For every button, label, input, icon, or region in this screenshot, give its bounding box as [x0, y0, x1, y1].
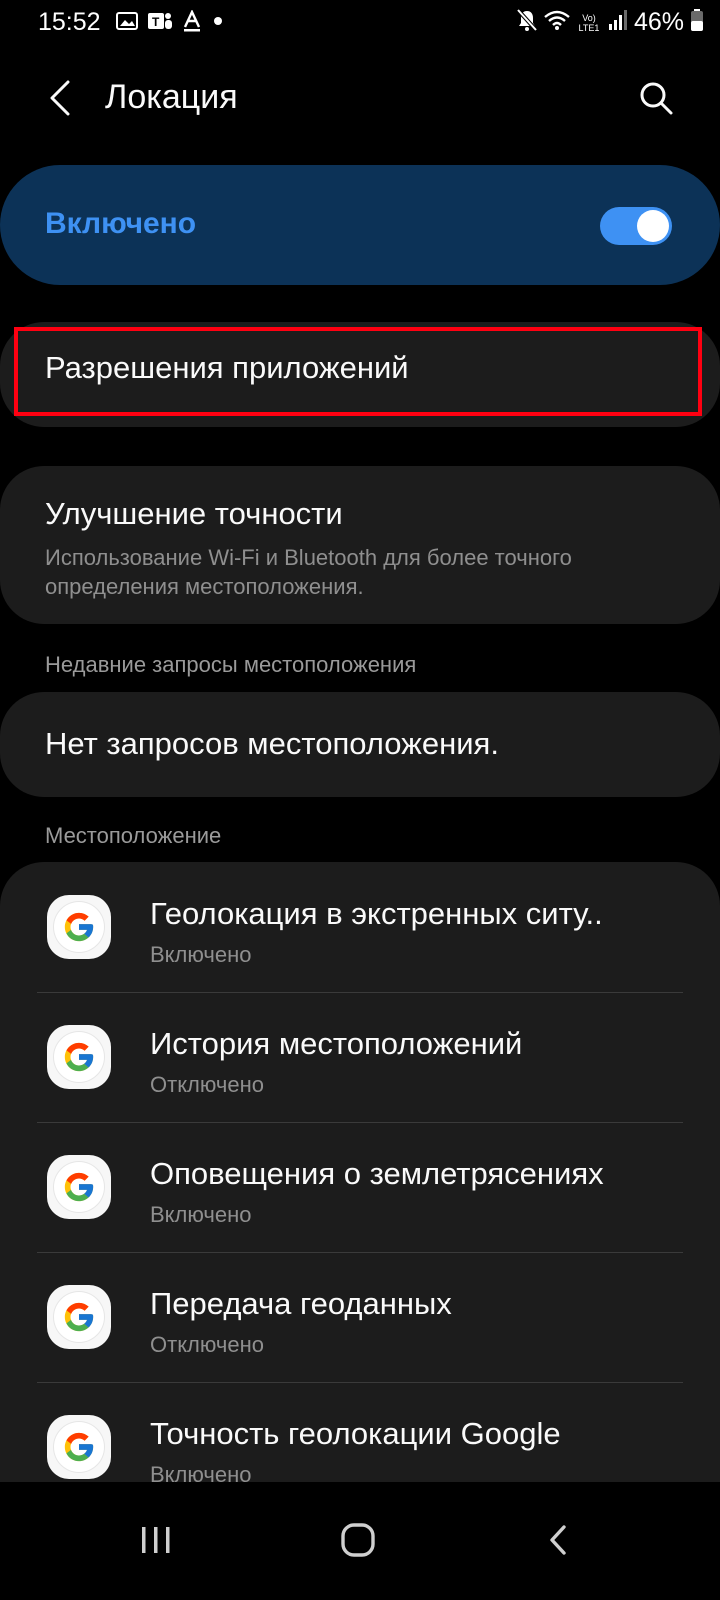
recent-requests-header: Недавние запросы местоположения [45, 652, 417, 677]
signal-icon [608, 9, 628, 36]
nav-back-button[interactable] [528, 1512, 588, 1572]
status-right: Vo) LTE1 46% [516, 8, 704, 37]
location-services-header: Местоположение [45, 823, 222, 848]
improve-accuracy-item[interactable]: Улучшение точности Использование Wi-Fi и… [0, 466, 720, 624]
master-switch-label: Включено [45, 207, 197, 240]
back-icon [547, 1524, 569, 1561]
gallery-icon [116, 11, 138, 36]
battery-icon [690, 8, 704, 37]
google-icon [47, 1025, 111, 1089]
service-status: Отключено [150, 1072, 264, 1097]
back-button[interactable] [38, 78, 82, 122]
font-icon [182, 9, 202, 37]
location-master-switch[interactable]: Включено [0, 165, 720, 285]
svg-text:T: T [152, 15, 160, 29]
location-toggle[interactable] [600, 207, 672, 245]
service-title: Точность геолокации Google [150, 1416, 561, 1451]
recents-button[interactable] [126, 1512, 186, 1572]
recent-requests-card: Нет запросов местоположения. [0, 692, 720, 797]
battery-percent: 46% [633, 8, 684, 36]
page-title: Локация [105, 78, 238, 116]
google-icon [47, 895, 111, 959]
list-item-earthquake-alerts[interactable]: Оповещения о землетрясениях Включено [0, 1122, 720, 1252]
mute-icon [516, 8, 538, 37]
location-services-list: Геолокация в экстренных ситу.. Включено … [0, 862, 720, 1487]
home-icon [340, 1522, 376, 1563]
google-icon [47, 1415, 111, 1479]
app-permissions-item[interactable]: Разрешения приложений [0, 322, 720, 427]
service-title: Геолокация в экстренных ситу.. [150, 896, 603, 931]
service-status: Включено [150, 1202, 252, 1227]
status-bar: 15:52 T Vo) LTE1 46% [0, 0, 720, 46]
improve-accuracy-subtitle: Использование Wi-Fi и Bluetooth для боле… [45, 545, 572, 599]
navigation-bar [0, 1482, 720, 1600]
google-icon [47, 1285, 111, 1349]
list-item-location-sharing[interactable]: Передача геоданных Отключено [0, 1252, 720, 1382]
back-arrow-icon [48, 80, 72, 121]
search-button[interactable] [634, 78, 678, 122]
list-item-emergency-location[interactable]: Геолокация в экстренных ситу.. Включено [0, 862, 720, 992]
service-title: Передача геоданных [150, 1286, 452, 1321]
search-icon [638, 80, 674, 121]
header: Локация [0, 60, 720, 140]
list-item-location-history[interactable]: История местоположений Отключено [0, 992, 720, 1122]
service-status: Включено [150, 942, 252, 967]
no-requests-text: Нет запросов местоположения. [45, 726, 499, 761]
status-left-icons: T [116, 9, 225, 37]
wifi-icon [544, 9, 570, 36]
service-status: Отключено [150, 1332, 264, 1357]
toggle-knob [637, 210, 669, 242]
app-permissions-label: Разрешения приложений [45, 350, 409, 385]
service-title: Оповещения о землетрясениях [150, 1156, 604, 1191]
status-time: 15:52 [38, 8, 101, 36]
recents-icon [139, 1525, 173, 1560]
service-title: История местоположений [150, 1026, 523, 1061]
google-icon [47, 1155, 111, 1219]
home-button[interactable] [328, 1512, 388, 1572]
dot-icon [211, 14, 225, 33]
teams-icon: T [147, 10, 173, 37]
network-label: Vo) LTE1 [578, 12, 600, 33]
improve-accuracy-title: Улучшение точности [45, 496, 343, 531]
